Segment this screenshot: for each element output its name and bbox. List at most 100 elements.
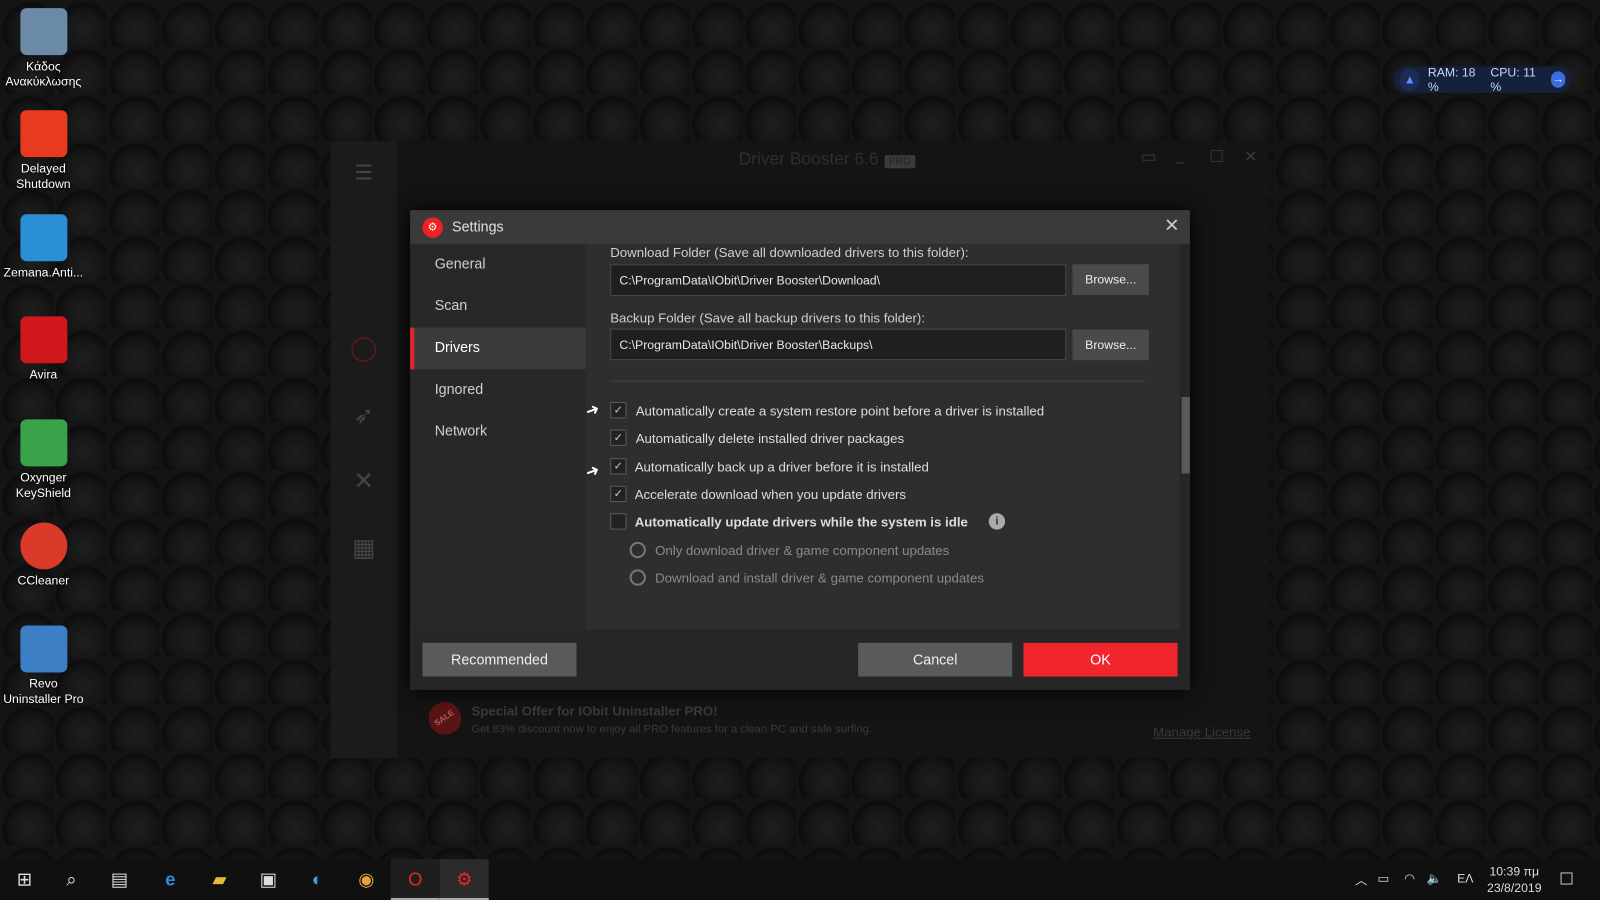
icon-label: Zemana.Anti... — [3, 265, 84, 280]
app-title: Driver Booster 6.6 PRO — [739, 149, 915, 169]
icon-label: Revo Uninstaller Pro — [3, 676, 84, 707]
settings-nav: General Scan Drivers Ignored Network — [410, 243, 586, 630]
driver-booster-taskbar-icon[interactable]: ⚙ — [439, 859, 489, 900]
delete-packages-checkbox[interactable]: ✓ — [610, 429, 627, 446]
clock[interactable]: 10:39 πμ 23/8/2019 — [1482, 863, 1547, 896]
desktop-icon-ccleaner[interactable]: CCleaner — [0, 522, 87, 588]
nav-ignored[interactable]: Ignored — [410, 369, 586, 411]
rocket-icon[interactable]: ➶ — [331, 384, 397, 449]
annotation-arrow: ➜ — [583, 400, 603, 422]
icon-label: Κάδος Ανακύκλωσης — [5, 59, 82, 89]
icon-label: CCleaner — [17, 573, 70, 588]
accelerate-download-label: Accelerate download when you update driv… — [634, 486, 907, 503]
nav-general[interactable]: General — [410, 244, 586, 286]
recommended-button[interactable]: Recommended — [422, 642, 577, 677]
manage-license-link[interactable]: Manage License — [1153, 724, 1250, 739]
icon-label: Avira — [29, 367, 58, 382]
download-install-label: Download and install driver & game compo… — [655, 570, 984, 586]
notifications-icon[interactable]: ☐ — [1559, 869, 1574, 889]
revo-icon — [19, 625, 67, 673]
browse-download-button[interactable]: Browse... — [1072, 264, 1149, 295]
language-indicator[interactable]: ΕΛ — [1457, 871, 1473, 885]
system-monitor-widget[interactable]: ▲ RAM: 18 % CPU: 11 % → — [1393, 65, 1572, 94]
pro-badge: PRO — [884, 155, 915, 169]
download-install-radio[interactable] — [629, 569, 646, 586]
annotation-arrow: ➜ — [583, 461, 603, 483]
time: 10:39 πμ — [1489, 864, 1540, 879]
shield-icon — [19, 419, 67, 467]
driver-booster-logo-icon: ⚙ — [422, 217, 443, 238]
file-explorer-icon[interactable]: ▰ — [195, 859, 244, 900]
desktop-icon-delayed-shutdown[interactable]: Delayed Shutdown — [0, 110, 87, 192]
menu-icon[interactable]: ☰ — [331, 141, 397, 206]
desktop-icon-zemana[interactable]: Zemana.Anti... — [0, 214, 87, 280]
wifi-icon[interactable]: ◠ — [1404, 871, 1415, 885]
auto-update-idle-label: Automatically update drivers while the s… — [634, 514, 968, 530]
shield-icon — [19, 214, 67, 262]
app-title-text: Driver Booster 6.6 — [738, 148, 879, 169]
sale-badge-text: SALE — [433, 707, 457, 728]
opera-icon[interactable]: O — [390, 859, 440, 900]
accelerate-download-checkbox[interactable]: ✓ — [610, 485, 627, 503]
backup-folder-label: Backup Folder (Save all backup drivers t… — [610, 310, 926, 326]
backup-driver-label: Automatically back up a driver before it… — [634, 459, 929, 475]
cpu-usage: CPU: 11 % — [1490, 65, 1536, 94]
browse-backup-button[interactable]: Browse... — [1072, 329, 1149, 361]
nav-scan[interactable]: Scan — [410, 286, 586, 328]
search-icon[interactable]: ⌕ — [47, 859, 96, 900]
rocket-icon: ▲ — [1399, 68, 1420, 91]
ccleaner-browser-icon[interactable]: ◐ — [293, 859, 342, 900]
arrow-right-icon[interactable]: → — [1550, 71, 1566, 88]
recycle-bin-icon — [19, 8, 67, 56]
desktop-icon-recycle-bin[interactable]: Κάδος Ανακύκλωσης — [0, 8, 87, 90]
taskbar: ⊞ ⌕ ▤ e ▰ ▣ ◐ ◉ O ⚙ ︿ ▭ ◠ 🔈 ΕΛ 10:39 πμ 2… — [0, 859, 1600, 900]
power-icon — [19, 110, 67, 158]
volume-icon[interactable]: 🔈 — [1427, 871, 1442, 885]
date: 23/8/2019 — [1487, 880, 1542, 895]
maximize-button[interactable]: ☐ — [1209, 147, 1224, 167]
edge-icon[interactable]: e — [146, 859, 195, 900]
app-sidebar: ☰ ◯ ➶ ✕ ▦ — [330, 140, 397, 759]
download-folder-label: Download Folder (Save all downloaded dri… — [610, 244, 969, 261]
apps-icon[interactable]: ▦ — [331, 516, 397, 581]
windows-start-icon[interactable]: ⊞ — [0, 859, 49, 900]
auto-update-idle-checkbox[interactable] — [610, 513, 627, 530]
battery-icon[interactable]: ▭ — [1378, 871, 1390, 885]
scan-icon[interactable]: ◯ — [331, 316, 397, 381]
promo-title: Special Offer for IObit Uninstaller PRO! — [471, 703, 718, 719]
cancel-button[interactable]: Cancel — [858, 642, 1013, 677]
avira-icon — [19, 316, 67, 364]
desktop-icon-keyshield[interactable]: Oxynger KeyShield — [0, 419, 87, 501]
restore-point-checkbox[interactable]: ✓ — [610, 402, 627, 419]
close-button[interactable]: ✕ — [1244, 147, 1258, 167]
ok-button[interactable]: OK — [1023, 642, 1178, 677]
icon-label: Oxynger KeyShield — [15, 470, 71, 500]
task-view-icon[interactable]: ▤ — [95, 859, 144, 900]
sale-badge-icon: SALE — [428, 702, 462, 735]
only-download-label: Only download driver & game component up… — [655, 542, 950, 559]
download-folder-input[interactable] — [610, 264, 1067, 296]
backup-folder-input[interactable] — [610, 328, 1067, 361]
feedback-icon[interactable]: ▭ — [1141, 147, 1156, 167]
delete-packages-label: Automatically delete installed driver pa… — [635, 430, 905, 446]
promo-banner[interactable]: Special Offer for IObit Uninstaller PRO!… — [471, 702, 872, 739]
only-download-radio[interactable] — [629, 541, 646, 559]
tools-icon[interactable]: ✕ — [331, 449, 397, 514]
tray-chevron-icon[interactable]: ︿ — [1355, 871, 1367, 888]
store-icon[interactable]: ▣ — [244, 859, 293, 900]
icon-label: Delayed Shutdown — [16, 161, 71, 191]
nav-drivers[interactable]: Drivers — [410, 327, 586, 370]
backup-driver-checkbox[interactable]: ✓ — [610, 458, 627, 475]
info-icon[interactable]: i — [988, 513, 1006, 530]
minimize-button[interactable]: _ — [1176, 147, 1185, 165]
dialog-title: Settings — [452, 218, 504, 235]
dialog-footer: Recommended Cancel OK — [410, 629, 1190, 690]
desktop-icon-avira[interactable]: Avira — [0, 316, 87, 382]
close-icon[interactable]: ✕ — [1164, 215, 1179, 236]
scrollbar-thumb[interactable] — [1181, 396, 1190, 474]
nav-network[interactable]: Network — [410, 411, 586, 453]
chrome-icon[interactable]: ◉ — [342, 859, 391, 900]
scrollbar[interactable] — [1179, 243, 1190, 630]
divider — [610, 380, 1145, 382]
desktop-icon-revo[interactable]: Revo Uninstaller Pro — [0, 625, 87, 708]
